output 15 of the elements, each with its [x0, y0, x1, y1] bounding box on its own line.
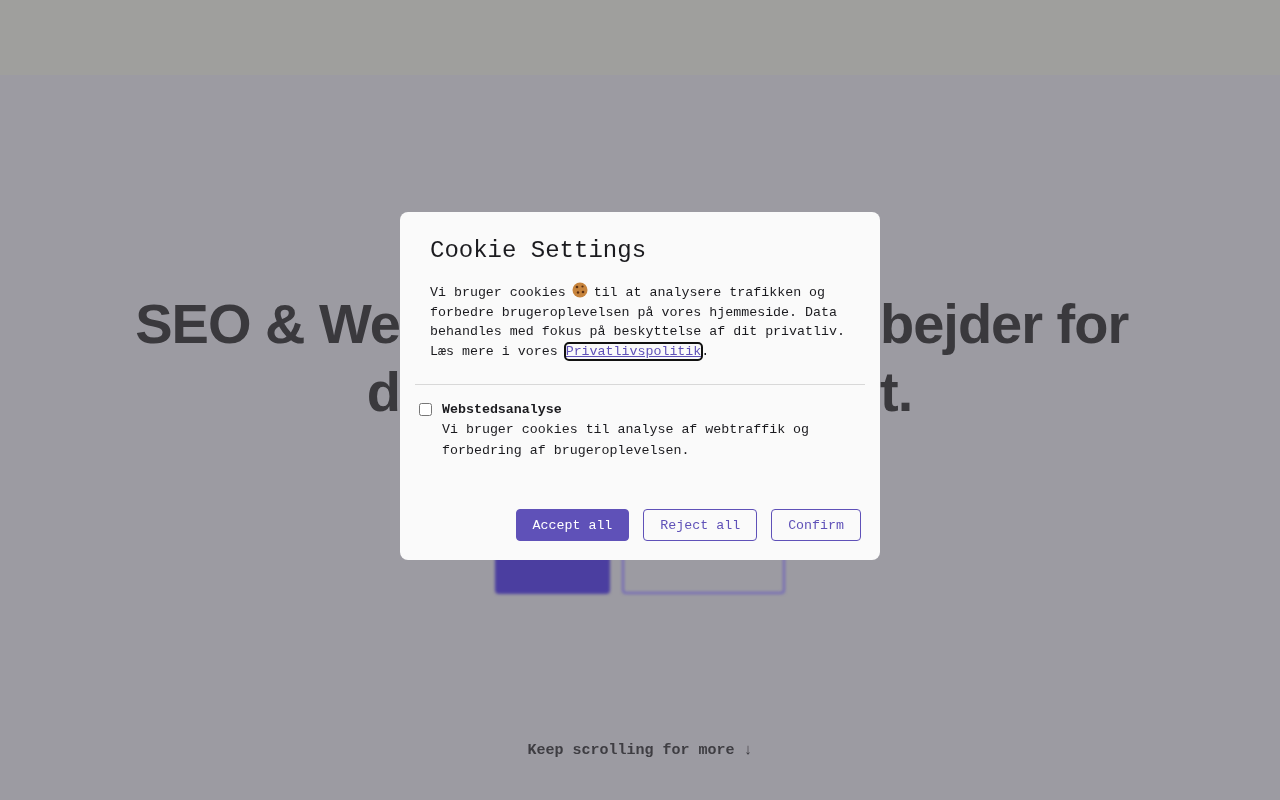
accept-button[interactable]: Accept all: [515, 509, 630, 541]
heading-fragment: bejder for: [880, 291, 1129, 357]
option-checkbox[interactable]: [419, 403, 432, 416]
option-description: Vi bruger cookies til analyse af webtraffik og forbedring af brugeroplevelsen.: [442, 421, 811, 460]
privacy-link[interactable]: Privatlivspolitik: [565, 343, 702, 359]
dialog-text: Vi bruger cookies til at analysere trafikken og forbedre brugeroplevelsen på vores hjemmeside. Data behandles med fokus på beskyttelse af dit privatliv. Læs mere i vores Privatlivspolitik.: [430, 282, 850, 361]
dialog-button[interactable]: Reject all: [643, 509, 758, 541]
heading-fragment: SEO & We: [135, 291, 400, 357]
dialog-title: Cookie Settings: [430, 236, 648, 266]
heading-fragment: d: [366, 359, 400, 425]
scroll-hint: Keep scrolling for more ↓: [527, 742, 753, 759]
dialog-button[interactable]: Confirm: [771, 509, 861, 541]
heading-fragment: t.: [880, 359, 913, 425]
cookie-icon: [571, 282, 588, 298]
option-label: Webstedsanalyse: [442, 401, 563, 418]
